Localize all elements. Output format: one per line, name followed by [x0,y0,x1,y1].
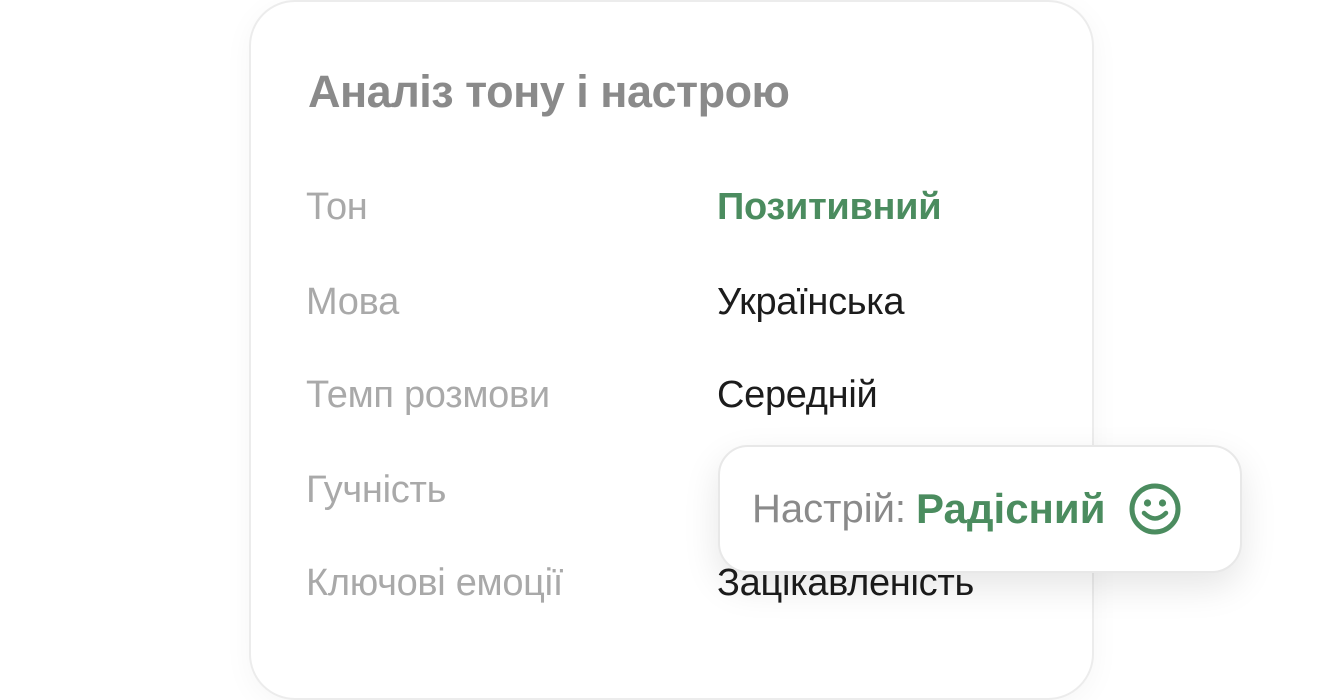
row-value-language: Українська [717,281,905,323]
mood-badge: Настрій: Радісний [718,445,1242,573]
row-label-language: Мова [306,281,399,323]
row-label-volume: Гучність [306,469,447,511]
card-title: Аналіз тону і настрою [308,66,790,117]
row-label-tone: Тон [306,186,368,228]
smile-icon [1128,482,1182,536]
row-value-speech-pace: Середній [717,374,878,416]
row-label-key-emotions: Ключові емоції [306,562,564,604]
mood-value: Радісний [916,485,1106,532]
mood-label: Настрій: [752,486,907,531]
row-value-tone: Позитивний [717,186,942,228]
row-label-speech-pace: Темп розмови [306,374,550,416]
